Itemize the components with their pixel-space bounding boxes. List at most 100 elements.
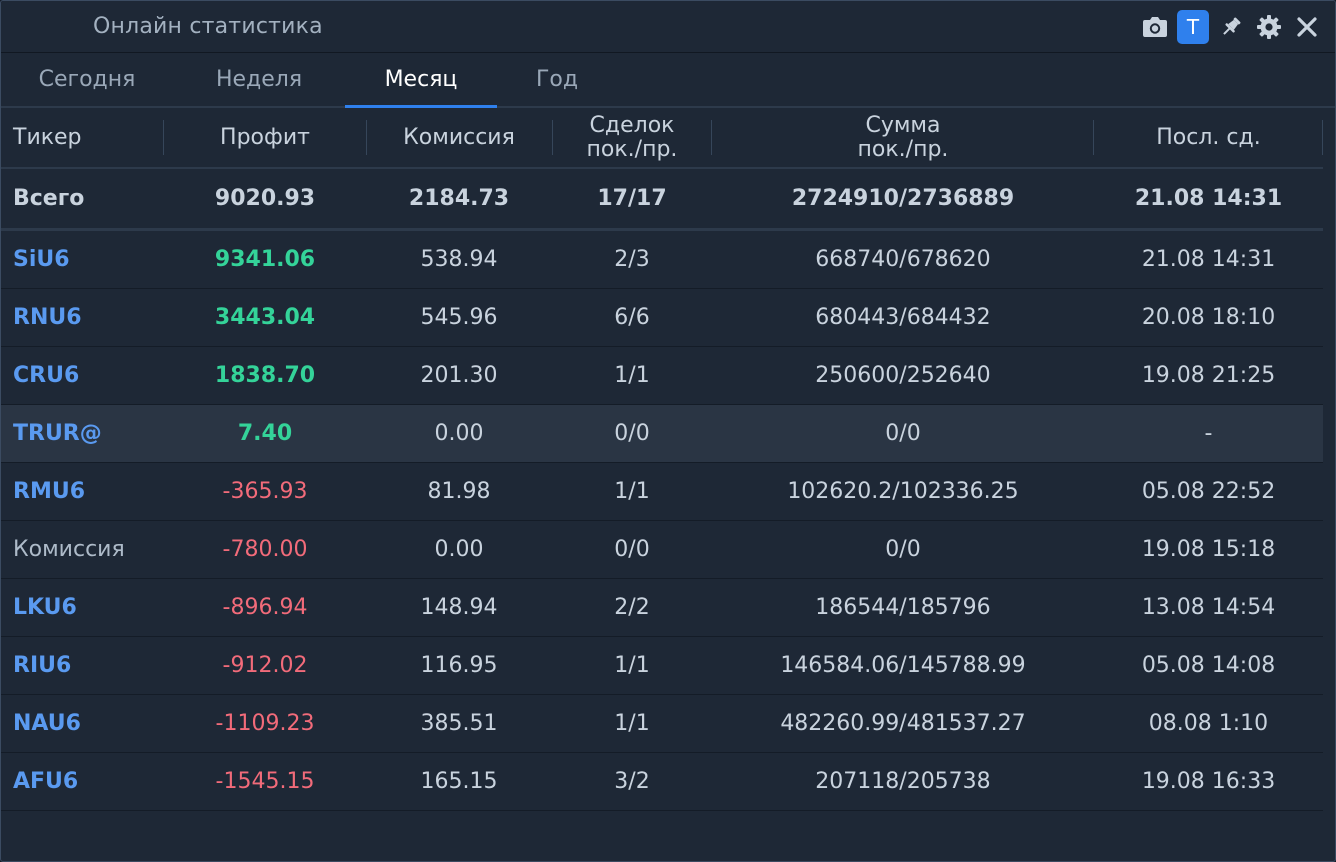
- table-row[interactable]: RMU6 -365.93 81.98 1/1 102620.2/102336.2…: [1, 463, 1323, 521]
- commission-cell: 116.95: [420, 653, 498, 678]
- statistics-table: Тикер Профит Комиссия Сделок пок./пр. Су…: [1, 108, 1323, 811]
- total-sum: 2724910/2736889: [791, 186, 1015, 211]
- profit-cell: -896.94: [222, 595, 308, 620]
- title-bar: Онлайн статистика T: [1, 1, 1335, 53]
- column-header-deals[interactable]: Сделок пок./пр.: [552, 108, 712, 167]
- sum-cell: 207118/205738: [815, 769, 991, 794]
- commission-cell: 538.94: [420, 247, 498, 272]
- deals-cell: 0/0: [614, 537, 650, 562]
- deals-cell: 2/2: [614, 595, 650, 620]
- deals-cell: 1/1: [614, 479, 650, 504]
- table-header: Тикер Профит Комиссия Сделок пок./пр. Су…: [1, 108, 1323, 169]
- commission-cell: 201.30: [420, 363, 498, 388]
- last-deal-cell: 19.08 16:33: [1141, 769, 1276, 794]
- table-row[interactable]: LKU6 -896.94 148.94 2/2 186544/185796 13…: [1, 579, 1323, 637]
- column-header-commission[interactable]: Комиссия: [366, 108, 552, 167]
- tab-today[interactable]: Сегодня: [13, 53, 161, 106]
- table-row[interactable]: CRU6 1838.70 201.30 1/1 250600/252640 19…: [1, 347, 1323, 405]
- tab-month[interactable]: Месяц: [345, 53, 497, 108]
- column-header-last[interactable]: Посл. сд.: [1094, 108, 1323, 167]
- deals-cell: 6/6: [614, 305, 650, 330]
- tab-week[interactable]: Неделя: [185, 53, 333, 106]
- ticker-cell: CRU6: [13, 363, 80, 388]
- profit-cell: -365.93: [222, 479, 308, 504]
- sum-cell: 0/0: [885, 537, 921, 562]
- deals-cell: 1/1: [614, 363, 650, 388]
- window-title: Онлайн статистика: [93, 14, 323, 39]
- commission-cell: 545.96: [420, 305, 498, 330]
- ticker-cell: LKU6: [13, 595, 77, 620]
- sum-cell: 186544/185796: [815, 595, 991, 620]
- profit-cell: -912.02: [222, 653, 308, 678]
- sum-cell: 250600/252640: [815, 363, 991, 388]
- profit-cell: 1838.70: [214, 363, 316, 388]
- profit-cell: 3443.04: [214, 305, 316, 330]
- total-profit: 9020.93: [214, 186, 316, 211]
- profit-cell: 9341.06: [214, 247, 316, 272]
- table-row[interactable]: AFU6 -1545.15 165.15 3/2 207118/205738 1…: [1, 753, 1323, 811]
- profit-cell: -1109.23: [215, 711, 315, 736]
- commission-cell: 165.15: [420, 769, 498, 794]
- table-row-hovered[interactable]: TRUR@ 7.40 0.00 0/0 0/0 -: [1, 405, 1323, 463]
- total-label: Всего: [13, 186, 85, 211]
- last-deal-cell: 13.08 14:54: [1141, 595, 1276, 620]
- commission-cell: 81.98: [427, 479, 491, 504]
- last-deal-cell: 19.08 15:18: [1141, 537, 1276, 562]
- column-header-sum[interactable]: Сумма пок./пр.: [712, 108, 1094, 167]
- t-toggle-button[interactable]: T: [1175, 9, 1211, 45]
- ticker-cell: SiU6: [13, 247, 70, 272]
- commission-cell: 0.00: [434, 421, 484, 446]
- deals-cell: 2/3: [614, 247, 650, 272]
- close-icon[interactable]: [1289, 9, 1325, 45]
- commission-cell: 0.00: [434, 537, 484, 562]
- title-bar-controls: T: [1135, 9, 1325, 45]
- sum-cell: 146584.06/145788.99: [780, 653, 1026, 678]
- table-row[interactable]: RNU6 3443.04 545.96 6/6 680443/684432 20…: [1, 289, 1323, 347]
- sum-cell: 102620.2/102336.25: [787, 479, 1019, 504]
- last-deal-cell: -: [1204, 421, 1213, 446]
- table-row[interactable]: NAU6 -1109.23 385.51 1/1 482260.99/48153…: [1, 695, 1323, 753]
- sum-cell: 482260.99/481537.27: [780, 711, 1026, 736]
- ticker-cell: RMU6: [13, 479, 86, 504]
- statistics-window: Онлайн статистика T Сегодня Неделя Месяц…: [0, 0, 1336, 862]
- deals-cell: 1/1: [614, 711, 650, 736]
- ticker-cell: NAU6: [13, 711, 81, 736]
- gear-icon[interactable]: [1251, 9, 1287, 45]
- tab-year[interactable]: Год: [497, 53, 617, 106]
- last-deal-cell: 05.08 14:08: [1141, 653, 1276, 678]
- last-deal-cell: 20.08 18:10: [1141, 305, 1276, 330]
- sum-cell: 668740/678620: [815, 247, 991, 272]
- total-commission: 2184.73: [408, 186, 510, 211]
- column-header-ticker[interactable]: Тикер: [1, 108, 164, 167]
- camera-icon[interactable]: [1137, 9, 1173, 45]
- t-badge: T: [1177, 10, 1209, 44]
- profit-cell: -780.00: [222, 537, 308, 562]
- last-deal-cell: 21.08 14:31: [1141, 247, 1276, 272]
- column-header-sum-line2: пок./пр.: [857, 136, 949, 162]
- table-row[interactable]: SiU6 9341.06 538.94 2/3 668740/678620 21…: [1, 231, 1323, 289]
- last-deal-cell: 08.08 1:10: [1148, 711, 1269, 736]
- column-header-deals-line1: Сделок: [589, 112, 675, 138]
- total-deals: 17/17: [597, 186, 667, 211]
- commission-cell: 148.94: [420, 595, 498, 620]
- last-deal-cell: 19.08 21:25: [1141, 363, 1276, 388]
- pin-icon[interactable]: [1213, 9, 1249, 45]
- column-header-profit[interactable]: Профит: [164, 108, 366, 167]
- ticker-cell: Комиссия: [13, 537, 125, 562]
- table-row[interactable]: Комиссия -780.00 0.00 0/0 0/0 19.08 15:1…: [1, 521, 1323, 579]
- ticker-cell: RNU6: [13, 305, 82, 330]
- profit-cell: -1545.15: [215, 769, 315, 794]
- total-row: Всего 9020.93 2184.73 17/17 2724910/2736…: [1, 169, 1323, 231]
- column-header-sum-line1: Сумма: [865, 112, 941, 138]
- column-header-deals-line2: пок./пр.: [586, 136, 678, 162]
- sum-cell: 0/0: [885, 421, 921, 446]
- ticker-cell: AFU6: [13, 769, 79, 794]
- last-deal-cell: 05.08 22:52: [1141, 479, 1276, 504]
- deals-cell: 0/0: [614, 421, 650, 446]
- table-row[interactable]: RIU6 -912.02 116.95 1/1 146584.06/145788…: [1, 637, 1323, 695]
- period-tabs: Сегодня Неделя Месяц Год: [1, 53, 1335, 108]
- total-last: 21.08 14:31: [1134, 186, 1283, 211]
- profit-cell: 7.40: [237, 421, 293, 446]
- ticker-cell: TRUR@: [13, 421, 102, 446]
- ticker-cell: RIU6: [13, 653, 72, 678]
